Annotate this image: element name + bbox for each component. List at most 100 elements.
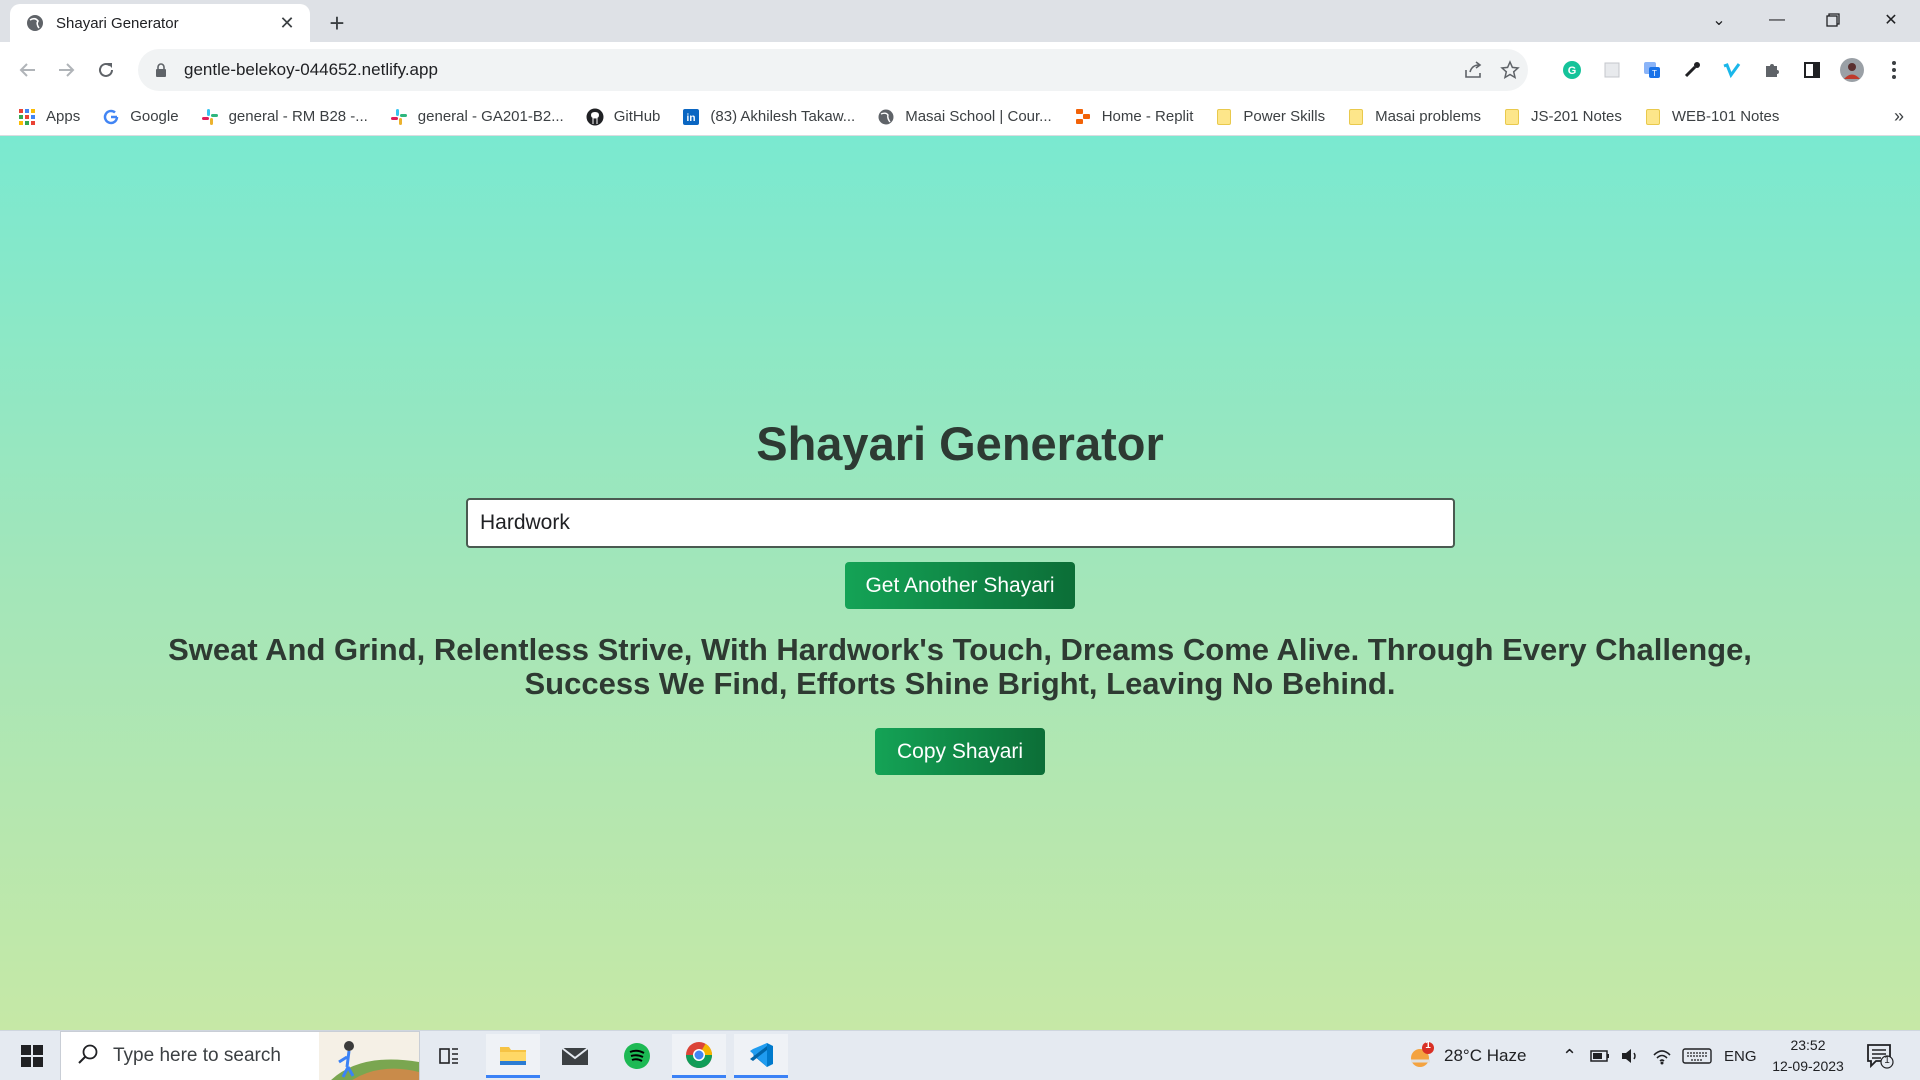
clock-time: 23:52 — [1790, 1037, 1826, 1053]
close-window-button[interactable]: ✕ — [1862, 0, 1920, 40]
lock-icon[interactable] — [152, 61, 170, 79]
shayari-text: Sweat And Grind, Relentless Strive, With… — [160, 633, 1760, 701]
bookmark-label: general - RM B28 -... — [228, 108, 368, 125]
shayari-line-2: Success We Find, Efforts Shine Bright, L… — [524, 666, 1396, 701]
get-another-shayari-button[interactable]: Get Another Shayari — [845, 562, 1075, 609]
bookmark-label: GitHub — [613, 108, 661, 125]
bookmark-apps[interactable]: Apps — [18, 108, 80, 126]
restore-button[interactable] — [1804, 0, 1862, 40]
bookmark-label: Power Skills — [1243, 108, 1326, 125]
weather-icon[interactable]: 1 — [1406, 1040, 1436, 1071]
side-panel-icon[interactable] — [1796, 54, 1828, 86]
linkedin-icon: in — [682, 108, 700, 126]
bookmark-folder-web101[interactable]: WEB-101 Notes — [1644, 108, 1780, 126]
bookmark-masai[interactable]: Masai School | Cour... — [877, 108, 1052, 126]
address-bar[interactable]: gentle-belekoy-044652.netlify.app — [138, 49, 1528, 91]
vimeo-icon[interactable] — [1716, 54, 1748, 86]
weather-badge: 1 — [1425, 1040, 1431, 1051]
svg-text:G: G — [1568, 65, 1577, 77]
translate-icon[interactable]: T — [1636, 54, 1668, 86]
bookmark-folder-masai-problems[interactable]: Masai problems — [1347, 108, 1481, 126]
svg-text:T: T — [1652, 69, 1657, 78]
bookmark-folder-power-skills[interactable]: Power Skills — [1215, 108, 1325, 126]
minimize-button[interactable]: — — [1748, 0, 1806, 40]
bookmark-label: JS-201 Notes — [1530, 108, 1622, 125]
url-text: gentle-belekoy-044652.netlify.app — [184, 60, 438, 79]
globe-icon — [26, 14, 44, 32]
folder-icon — [1347, 108, 1365, 126]
google-icon — [102, 108, 120, 126]
wifi-icon[interactable] — [1652, 1031, 1672, 1080]
profile-avatar[interactable] — [1836, 54, 1868, 86]
weather-text[interactable]: 28°C Haze — [1444, 1031, 1526, 1080]
notification-center-icon[interactable]: 1 — [1866, 1043, 1896, 1071]
browser-tab[interactable]: Shayari Generator ✕ — [10, 4, 310, 42]
chrome-icon[interactable] — [672, 1034, 726, 1078]
bookmarks-bar: Apps Google general - RM B28 -... genera… — [0, 98, 1920, 136]
forward-arrow-icon[interactable] — [50, 54, 82, 86]
keyboard-icon[interactable] — [1682, 1031, 1712, 1080]
svg-text:in: in — [687, 113, 696, 124]
extensions-puzzle-icon[interactable] — [1756, 54, 1788, 86]
github-icon — [586, 108, 604, 126]
search-highlight-illustration — [319, 1032, 419, 1080]
close-tab-icon[interactable]: ✕ — [276, 12, 298, 34]
new-tab-button[interactable]: + — [322, 8, 352, 38]
mail-icon[interactable] — [548, 1034, 602, 1078]
shayari-line-1: Sweat And Grind, Relentless Strive, With… — [168, 632, 1752, 667]
file-explorer-icon[interactable] — [486, 1034, 540, 1078]
taskbar-search-box[interactable]: Type here to search — [60, 1031, 420, 1080]
bookmark-label: Home - Replit — [1101, 108, 1194, 125]
bookmark-google[interactable]: Google — [102, 108, 179, 126]
notification-count: 1 — [1884, 1055, 1890, 1066]
bookmark-label: (83) Akhilesh Takaw... — [710, 108, 856, 125]
bookmark-github[interactable]: GitHub — [586, 108, 661, 126]
page-title: Shayari Generator — [756, 417, 1164, 470]
extension-icon[interactable] — [1596, 54, 1628, 86]
windows-start-icon[interactable] — [10, 1039, 54, 1073]
task-view-icon[interactable] — [422, 1034, 476, 1078]
slack-icon — [201, 108, 219, 126]
bookmark-label: WEB-101 Notes — [1671, 108, 1780, 125]
folder-icon — [1503, 108, 1521, 126]
bookmark-linkedin[interactable]: in (83) Akhilesh Takaw... — [682, 108, 855, 126]
grammarly-icon[interactable]: G — [1556, 54, 1588, 86]
share-icon[interactable] — [1456, 52, 1492, 88]
tab-strip: Shayari Generator ✕ + ⌄ — ✕ — [0, 0, 1920, 42]
bookmark-replit[interactable]: Home - Replit — [1074, 108, 1194, 126]
bookmark-slack-rm[interactable]: general - RM B28 -... — [201, 108, 368, 126]
page-content: Shayari Generator Get Another Shayari Sw… — [0, 136, 1920, 1030]
bookmark-label: general - GA201-B2... — [417, 108, 564, 125]
browser-toolbar: gentle-belekoy-044652.netlify.app G T — [0, 42, 1920, 98]
battery-icon[interactable] — [1590, 1031, 1610, 1080]
show-hidden-icons-icon[interactable]: ⌃ — [1562, 1031, 1577, 1080]
eyedropper-icon[interactable] — [1676, 54, 1708, 86]
spotify-icon[interactable] — [610, 1034, 664, 1078]
bookmark-label: Masai problems — [1375, 108, 1481, 125]
clock-date: 12-09-2023 — [1772, 1058, 1844, 1074]
slack-icon — [390, 108, 408, 126]
copy-shayari-button[interactable]: Copy Shayari — [875, 728, 1045, 775]
bookmark-label: Apps — [46, 108, 81, 125]
folder-icon — [1215, 108, 1233, 126]
search-icon — [77, 1043, 99, 1070]
apps-grid-icon — [18, 108, 36, 126]
bookmark-folder-js201[interactable]: JS-201 Notes — [1503, 108, 1622, 126]
bookmarks-overflow-icon[interactable]: » — [1894, 106, 1904, 127]
search-placeholder: Type here to search — [113, 1045, 281, 1066]
bookmark-slack-ga[interactable]: general - GA201-B2... — [390, 108, 564, 126]
vscode-icon[interactable] — [734, 1034, 788, 1078]
language-indicator[interactable]: ENG — [1724, 1031, 1757, 1080]
clock[interactable]: 23:52 12-09-2023 — [1766, 1035, 1850, 1077]
topic-input[interactable] — [466, 498, 1455, 548]
reload-icon[interactable] — [90, 54, 122, 86]
tab-search-icon[interactable]: ⌄ — [1690, 0, 1748, 40]
replit-icon — [1074, 108, 1092, 126]
volume-icon[interactable] — [1620, 1031, 1640, 1080]
bookmark-star-icon[interactable] — [1492, 52, 1528, 88]
back-arrow-icon[interactable] — [12, 54, 44, 86]
bookmark-label: Google — [130, 108, 179, 125]
more-menu-icon[interactable] — [1878, 54, 1910, 86]
globe-icon — [877, 108, 895, 126]
folder-icon — [1644, 108, 1662, 126]
